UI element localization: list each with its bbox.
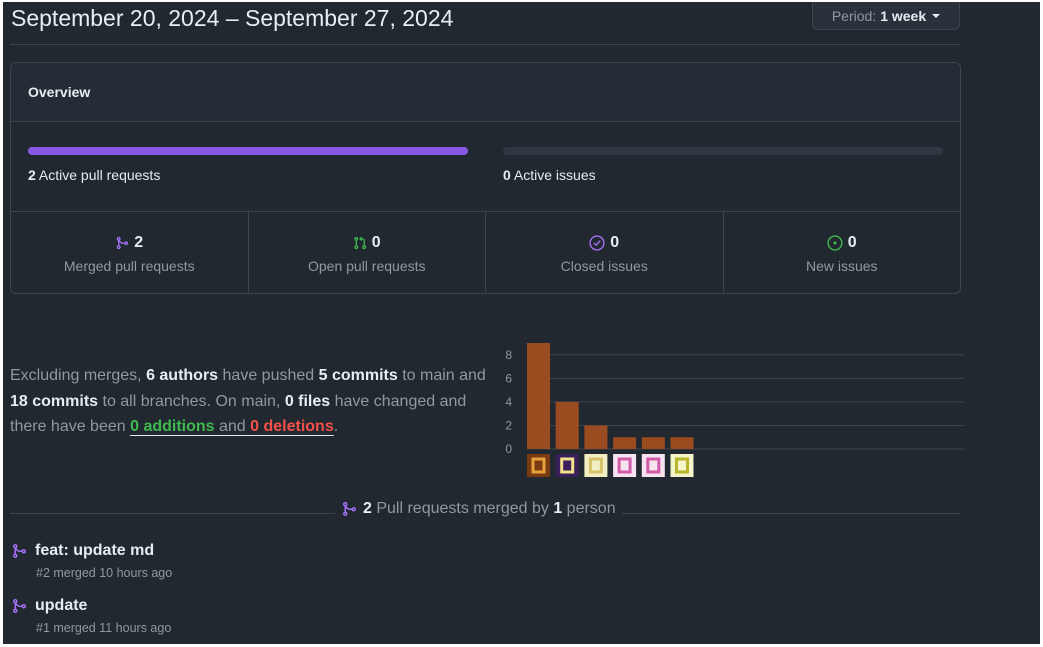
active-pull-requests-label[interactable]: 2 Active pull requests: [28, 167, 160, 183]
summary-main-commits: 5 commits: [318, 367, 398, 384]
pull-requests-progress-fill: [28, 147, 468, 155]
y-tick-label: 2: [505, 418, 512, 432]
git-merge-icon: [13, 599, 27, 613]
pulse-page: September 20, 2024 – September 27, 2024 …: [3, 2, 1040, 644]
pull-request-title-link[interactable]: update: [35, 597, 87, 615]
commit-bar-author-4[interactable]: [613, 437, 637, 449]
summary-text: Excluding merges,: [10, 367, 147, 384]
overview-panel: Overview 2 Active pull requests 0 Active…: [10, 62, 961, 294]
pull-requests-progress[interactable]: [28, 147, 468, 155]
pull-request-item: feat: update md #2 merged 10 hours ago: [11, 542, 172, 580]
period-prefix: Period:: [831, 7, 877, 24]
y-tick-label: 0: [505, 442, 512, 456]
divider: [10, 44, 961, 45]
commit-bar-author-3[interactable]: [584, 425, 608, 449]
git-merge-icon: [117, 236, 129, 249]
pull-request-item: update #1 merged 11 hours ago: [11, 597, 171, 635]
author-avatar[interactable]: [527, 454, 550, 477]
stat-new-issues[interactable]: 0 New issues: [724, 212, 961, 293]
issues-progress[interactable]: [503, 147, 943, 155]
author-avatar[interactable]: [555, 454, 579, 477]
activity-bars: 2 Active pull requests 0 Active issues: [11, 122, 960, 212]
issue-opened-icon: [827, 234, 843, 251]
page-title: September 20, 2024 – September 27, 2024: [11, 5, 454, 31]
stat-merged-pull-requests[interactable]: 2 Merged pull requests: [11, 212, 249, 293]
active-pull-requests-text: Active pull requests: [38, 167, 161, 183]
caret-down-icon: [932, 13, 941, 18]
active-issues-text: Active issues: [513, 167, 596, 183]
summary-deletions: 0 deletions: [250, 418, 334, 435]
summary-additions: 0 additions: [130, 418, 215, 435]
stat-closed-value-row: 0: [589, 234, 619, 252]
stat-open-label: Open pull requests: [307, 257, 426, 274]
issue-closed-icon: [589, 234, 605, 251]
stat-merged-value-row: 2: [115, 234, 143, 252]
additions-deletions-link[interactable]: 0 additions and 0 deletions: [130, 418, 334, 435]
summary-text: to all branches. On main,: [98, 392, 285, 410]
stat-merged-value: 2: [134, 233, 144, 251]
git-pull-request-icon: [354, 236, 366, 249]
period-select-button[interactable]: Period: 1 week: [812, 2, 960, 30]
active-pull-requests-count: 2: [28, 167, 36, 183]
merged-caption: 2 Pull requests merged by 1 person: [335, 500, 622, 518]
stat-closed-issues[interactable]: 0 Closed issues: [486, 212, 724, 293]
pull-request-meta: #2 merged 10 hours ago: [36, 566, 173, 580]
period-value: 1 week: [880, 7, 927, 24]
summary-text: have pushed: [218, 367, 319, 384]
commit-bar-author-5[interactable]: [641, 437, 665, 449]
stat-merged-label: Merged pull requests: [63, 257, 195, 274]
stat-open-value-row: 0: [353, 234, 381, 252]
commit-bar-author-1[interactable]: [527, 343, 550, 449]
commit-bar-author-2[interactable]: [555, 401, 579, 449]
stat-new-value: 0: [847, 233, 857, 251]
summary-text: to main and: [397, 367, 486, 384]
author-avatar[interactable]: [641, 454, 665, 477]
overview-stats: 2 Merged pull requests 0 Open pull reque…: [11, 212, 961, 293]
author-avatar[interactable]: [613, 454, 637, 477]
y-tick-label: 8: [505, 348, 512, 362]
stat-new-value-row: 0: [827, 234, 857, 252]
stat-open-pull-requests[interactable]: 0 Open pull requests: [249, 212, 486, 293]
git-merge-icon: [343, 502, 357, 516]
pull-request-title-link[interactable]: feat: update md: [35, 542, 154, 560]
merged-text: person: [562, 500, 616, 517]
stat-closed-label: Closed issues: [560, 257, 648, 274]
summary-all-commits: 18 commits: [10, 392, 99, 410]
merged-text: Pull requests merged by: [371, 500, 554, 517]
stat-open-value: 0: [371, 233, 381, 251]
commit-summary: Excluding merges, 6 authors have pushed …: [10, 363, 490, 440]
pull-request-meta: #1 merged 11 hours ago: [36, 621, 172, 635]
overview-heading: Overview: [11, 63, 960, 122]
active-issues-count: 0: [503, 167, 511, 183]
author-avatar[interactable]: [584, 454, 608, 477]
stat-closed-value: 0: [610, 233, 620, 251]
active-issues-label[interactable]: 0 Active issues: [503, 167, 596, 183]
y-tick-label: 4: [505, 395, 512, 409]
merged-people-count: 1: [553, 500, 563, 517]
summary-text: .: [333, 418, 339, 435]
summary-authors: 6 authors: [146, 367, 219, 384]
author-avatar[interactable]: [670, 454, 694, 477]
stat-new-label: New issues: [805, 257, 878, 274]
commit-bar-author-6[interactable]: [670, 437, 694, 449]
summary-text: and: [214, 418, 251, 435]
git-merge-icon: [13, 544, 27, 558]
merged-count: 2: [363, 500, 372, 517]
commits-by-author-chart: 0 2 4 6 8: [505, 343, 964, 477]
y-tick-label: 6: [505, 371, 512, 385]
summary-files: 0 files: [284, 392, 331, 410]
